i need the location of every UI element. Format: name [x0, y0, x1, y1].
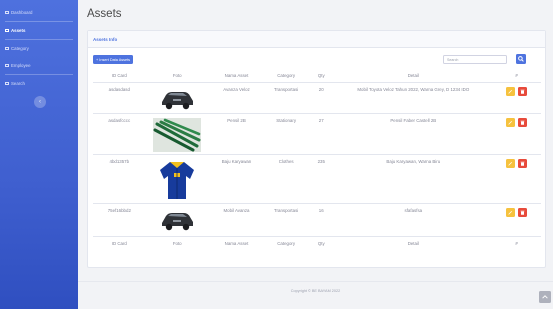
car-image — [162, 213, 194, 231]
delete-button[interactable] — [518, 159, 528, 168]
cell-category: Clothes — [264, 154, 309, 204]
table-row: asdasdasd Avanza Veloz Transportasi 20 M… — [93, 82, 541, 114]
cell-id: 75ef16bbd2 — [93, 203, 146, 237]
cell-category: Stationary — [264, 113, 309, 155]
sidebar-item-label: Dashboard — [11, 10, 33, 15]
cell-qty: 235 — [308, 154, 335, 204]
search-icon — [5, 82, 9, 85]
sidebar-item-label: Search — [11, 81, 25, 86]
card-header: Assets Info — [88, 31, 545, 48]
trash-icon — [520, 120, 525, 125]
cell-photo — [145, 154, 209, 204]
sidebar-item-label: Assets — [11, 28, 26, 33]
cell-id: asdasfcccc — [93, 113, 146, 155]
column-header: Detail — [334, 69, 493, 83]
column-footer: Nama Asset — [208, 236, 265, 250]
main-content: Assets Assets Info + Insert Data Assets … — [78, 0, 553, 309]
delete-button[interactable] — [518, 118, 528, 127]
edit-icon — [508, 90, 513, 94]
column-footer: ID Card — [93, 236, 146, 250]
column-header: Nama Asset — [208, 69, 265, 83]
footer-copyright: Copyright © BE BAYAM 2022 — [290, 289, 341, 293]
column-header: # — [492, 69, 541, 83]
column-header: Qty — [308, 69, 335, 83]
chevron-up-icon — [542, 295, 548, 299]
table-footer-row: ID Card Foto Nama Asset Category Qty Det… — [93, 236, 541, 250]
edit-button[interactable] — [506, 118, 516, 127]
sidebar-item-search[interactable]: Search — [0, 75, 78, 92]
insert-asset-button[interactable]: + Insert Data Assets — [93, 55, 134, 64]
column-header: Foto — [145, 69, 209, 83]
cell-qty: 27 — [308, 113, 335, 155]
column-header: Category — [264, 69, 309, 83]
sidebar: Dashboard Assets Category Employee Searc… — [0, 0, 78, 309]
sidebar-item-label: Employee — [11, 63, 31, 68]
cell-detail: Pensil Faber Castell 2B — [334, 113, 493, 155]
search-icon — [518, 56, 524, 62]
cell-id: asdasdasd — [93, 82, 146, 114]
category-icon — [5, 47, 9, 50]
cell-actions — [492, 203, 541, 237]
assets-icon — [5, 29, 9, 32]
assets-table: ID Card Foto Nama Asset Category Qty Det… — [93, 69, 541, 250]
cell-name: Avanza Veloz — [208, 82, 265, 114]
sidebar-item-category[interactable]: Category — [0, 40, 78, 57]
delete-button[interactable] — [518, 87, 528, 96]
cell-actions — [492, 154, 541, 204]
dashboard-icon — [5, 11, 9, 14]
delete-button[interactable] — [518, 208, 528, 217]
column-footer: # — [492, 236, 541, 250]
column-footer: Detail — [334, 236, 493, 250]
edit-icon — [508, 162, 513, 166]
trash-icon — [520, 89, 525, 94]
cell-category: Transportasi — [264, 82, 309, 114]
cell-id: 4bd1357b — [93, 154, 146, 204]
cell-photo — [145, 113, 209, 155]
edit-button[interactable] — [506, 208, 516, 217]
cell-qty: 20 — [308, 82, 335, 114]
table-row: 75ef16bbd2 Mobil Avanza Transportasi 16 … — [93, 203, 541, 237]
page-title: Assets — [87, 8, 122, 20]
cell-detail: Baju Karyawan, Warna Biru — [334, 154, 493, 204]
sidebar-item-employee[interactable]: Employee — [0, 57, 78, 74]
column-header: ID Card — [93, 69, 146, 83]
trash-icon — [520, 161, 525, 166]
cell-photo — [145, 82, 209, 114]
cell-qty: 16 — [308, 203, 335, 237]
chevron-left-icon: ‹ — [39, 99, 41, 105]
table-row: 4bd1357b Baju Karyawan Clothes 235 Baju … — [93, 154, 541, 204]
cell-category: Transportasi — [264, 203, 309, 237]
edit-icon — [508, 121, 513, 125]
sidebar-toggle-button[interactable]: ‹ — [34, 96, 46, 108]
employee-icon — [5, 64, 9, 67]
cell-actions — [492, 113, 541, 155]
search-input[interactable]: Search — [443, 55, 507, 64]
pencils-image — [153, 118, 202, 152]
cell-actions — [492, 82, 541, 114]
search-button[interactable] — [516, 54, 526, 64]
assets-card: Assets Info + Insert Data Assets Search … — [87, 30, 546, 268]
cell-name: Baju Karyawan — [208, 154, 265, 204]
table-row: asdasfcccc Pensil 2B Stationary 27 Pensi… — [93, 113, 541, 155]
column-footer: Qty — [308, 236, 335, 250]
trash-icon — [520, 210, 525, 215]
cell-detail: sfafasfsa — [334, 203, 493, 237]
table-header-row: ID Card Foto Nama Asset Category Qty Det… — [93, 69, 541, 83]
column-footer: Foto — [145, 236, 209, 250]
cell-name: Mobil Avanza — [208, 203, 265, 237]
jacket-image — [160, 162, 195, 199]
sidebar-item-label: Category — [11, 46, 29, 51]
column-footer: Category — [264, 236, 309, 250]
sidebar-item-assets[interactable]: Assets — [0, 22, 78, 39]
edit-button[interactable] — [506, 87, 516, 96]
edit-icon — [508, 211, 513, 215]
cell-name: Pensil 2B — [208, 113, 265, 155]
sidebar-item-dashboard[interactable]: Dashboard — [0, 4, 78, 21]
car-image — [162, 92, 194, 110]
edit-button[interactable] — [506, 159, 516, 168]
footer-divider — [78, 281, 553, 282]
cell-detail: Mobil Toyota Veloz Tahun 2022, Warna Gre… — [334, 82, 493, 114]
scroll-to-top-button[interactable] — [539, 291, 551, 303]
cell-photo — [145, 203, 209, 237]
